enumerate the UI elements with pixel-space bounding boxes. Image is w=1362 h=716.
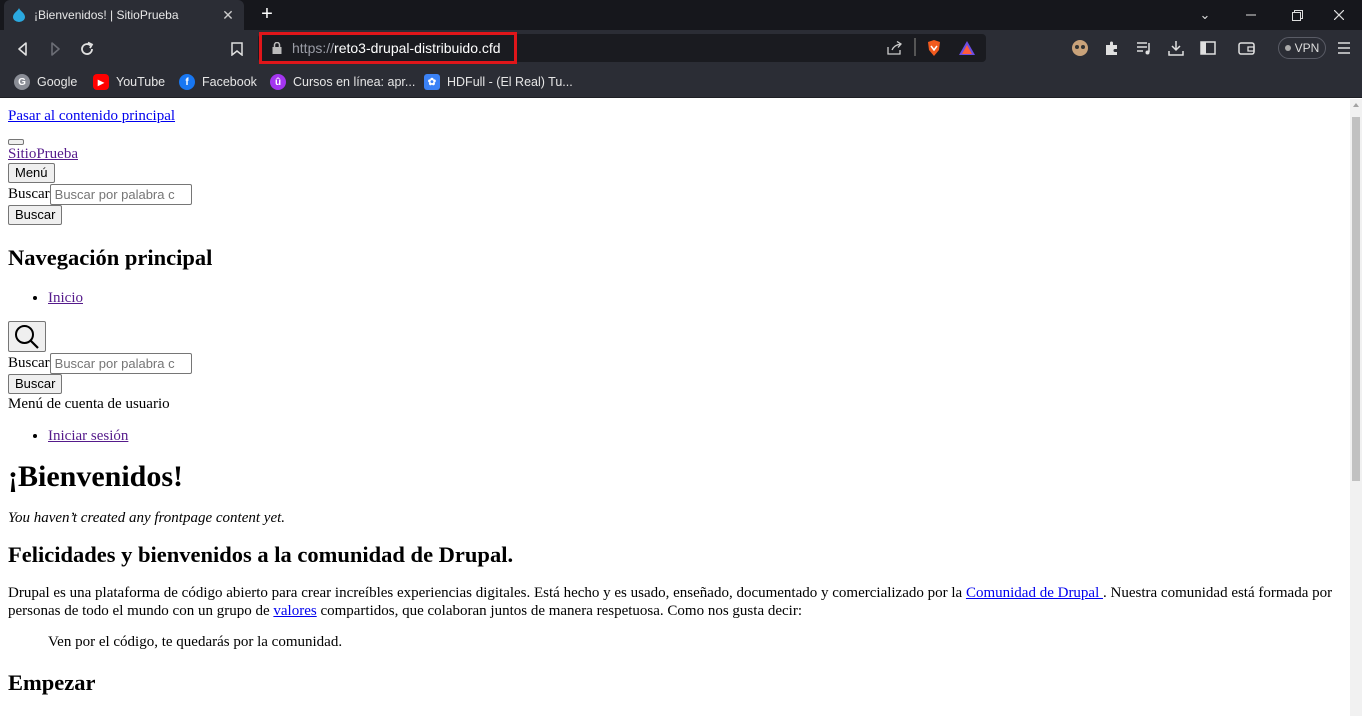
nav-link-inicio[interactable]: Inicio [48,290,83,306]
welcome-heading: Felicidades y bienvenidos a la comunidad… [8,542,514,567]
downloads-icon[interactable] [1166,38,1186,58]
drupal-favicon-icon [12,8,26,22]
youtube-icon: ▶ [93,74,109,90]
tab-strip: ¡Bienvenidos! | SitioPrueba ✕ + ⌄ [0,0,1362,30]
empty-frontpage-notice: You haven’t created any frontpage conten… [8,510,286,526]
bookmark-facebook[interactable]: f Facebook [179,72,257,92]
share-icon[interactable] [885,38,905,58]
menu-hamburger-icon[interactable] [1334,38,1354,58]
values-link[interactable]: valores [273,603,316,619]
vpn-button[interactable]: VPN [1278,37,1326,59]
page-content: Pasar al contenido principal SitioPrueba… [0,99,1350,716]
site-name-link[interactable]: SitioPrueba [8,146,78,162]
menu-button[interactable]: Menú [8,163,55,183]
hdfull-icon: ✿ [424,74,440,90]
scroll-up-arrow-icon[interactable] [1353,103,1359,107]
restore-button[interactable] [1274,0,1320,30]
profile-avatar-icon[interactable] [1070,38,1090,58]
close-window-button[interactable] [1316,0,1362,30]
skip-to-content-link[interactable]: Pasar al contenido principal [8,108,175,124]
divider [914,38,916,56]
bookmark-page-icon[interactable] [226,38,248,60]
drupal-community-link[interactable]: Comunidad de Drupal [966,585,1103,601]
forward-icon[interactable] [44,38,66,60]
brave-rewards-icon[interactable] [957,38,977,58]
nav-item-inicio: Inicio [48,289,1342,307]
quote: Ven por el código, te quedarás por la co… [48,634,343,650]
extensions-icon[interactable] [1102,38,1122,58]
sidebar-icon[interactable] [1198,38,1218,58]
browser-toolbar [0,30,1362,66]
bookmark-youtube[interactable]: ▶ YouTube [93,72,165,92]
bookmark-hdfull[interactable]: ✿ HDFull - (El Real) Tu... [424,72,573,92]
account-menu-list: Iniciar sesión [48,427,1342,445]
main-nav-heading: Navegación principal [8,245,213,270]
main-nav-list: Inicio [48,289,1342,307]
vpn-label: VPN [1294,41,1320,55]
reload-icon[interactable] [76,38,98,60]
search-label-2: Buscar [8,354,50,371]
media-playlist-icon[interactable] [1134,38,1154,58]
account-menu-label: Menú de cuenta de usuario [8,396,170,412]
url-text[interactable]: https://reto3-drupal-distribuido.cfd [292,40,501,56]
tab-title: ¡Bienvenidos! | SitioPrueba [34,8,179,22]
search-icon [15,324,39,349]
bookmark-udemy[interactable]: û Cursos en línea: apr... [270,72,415,92]
vpn-status-dot-icon [1284,45,1291,51]
udemy-icon: û [270,74,286,90]
account-item-login: Iniciar sesión [48,427,1342,445]
bookmarks-bar: G Google ▶ YouTube f Facebook û Cursos e… [0,66,1362,98]
brave-shields-icon[interactable] [924,38,944,58]
next-heading: Empezar [8,670,96,695]
page-scrollbar[interactable] [1350,99,1362,716]
back-icon[interactable] [12,38,34,60]
search-input[interactable]: Buscar por palabra c [49,184,192,205]
tab-search-chevron-icon[interactable]: ⌄ [1182,0,1228,30]
page-title: ¡Bienvenidos! [8,460,184,493]
lock-icon[interactable] [267,38,287,58]
search-input-2[interactable]: Buscar por palabra c [49,353,192,374]
google-icon: G [14,74,30,90]
scrollbar-thumb[interactable] [1352,117,1360,481]
bookmark-google[interactable]: G Google [14,72,77,92]
active-tab[interactable]: ¡Bienvenidos! | SitioPrueba ✕ [4,0,244,30]
wallet-icon[interactable] [1237,38,1257,58]
search-submit-button[interactable]: Buscar [8,205,63,225]
facebook-icon: f [179,74,195,90]
close-tab-icon[interactable]: ✕ [220,7,236,24]
intro-paragraph: Drupal es una plataforma de código abier… [8,585,1333,619]
search-submit-button-2[interactable]: Buscar [8,374,63,394]
search-toggle-button[interactable] [8,321,46,352]
login-link[interactable]: Iniciar sesión [48,428,128,444]
new-tab-button[interactable]: + [256,4,278,26]
search-label: Buscar [8,185,50,202]
minimize-button[interactable] [1228,0,1274,30]
